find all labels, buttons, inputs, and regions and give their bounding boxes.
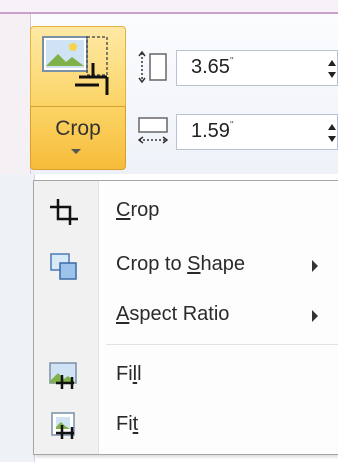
height-spinner-icon[interactable] — [327, 57, 337, 81]
menu-item-label: Aspect Ratio — [116, 303, 230, 325]
crop-button-label: Crop — [55, 117, 101, 140]
width-unit: " — [229, 120, 234, 131]
picture-crop-icon — [42, 36, 109, 95]
crop-to-shape-icon — [50, 253, 77, 280]
fill-icon — [49, 362, 77, 389]
fit-icon — [51, 412, 75, 439]
submenu-arrow-icon — [312, 310, 318, 322]
crop-menu: Crop Crop to Shape Aspect Ratio Fill Fit — [33, 180, 338, 455]
menu-item-label: Fill — [116, 363, 142, 385]
height-unit: " — [229, 56, 234, 67]
menu-item-crop-to-shape[interactable]: Crop to Shape — [34, 241, 338, 291]
ribbon-left-area — [0, 14, 31, 174]
menu-item-label: Crop — [116, 199, 160, 221]
width-value: 1.59 — [191, 120, 230, 142]
shape-width-field[interactable]: 1.59" — [176, 114, 338, 150]
shape-height-icon — [138, 50, 167, 84]
crop-icon — [50, 199, 78, 225]
menu-item-fill[interactable]: Fill — [34, 351, 338, 401]
width-spinner-icon[interactable] — [327, 121, 337, 145]
menu-item-aspect-ratio[interactable]: Aspect Ratio — [34, 291, 338, 341]
chevron-down-icon — [71, 149, 81, 154]
crop-button-top[interactable] — [30, 26, 126, 106]
document-area — [0, 174, 35, 462]
height-value: 3.65 — [191, 56, 230, 78]
menu-separator — [106, 344, 338, 345]
shape-height-field[interactable]: 3.65" — [176, 50, 338, 86]
shape-width-icon — [137, 117, 169, 144]
submenu-arrow-icon — [312, 260, 318, 272]
menu-item-fit[interactable]: Fit — [34, 401, 338, 451]
menu-item-crop[interactable]: Crop — [34, 187, 338, 237]
crop-button-dropdown[interactable]: Crop — [30, 106, 126, 170]
menu-item-label: Crop to Shape — [116, 253, 245, 275]
menu-item-label: Fit — [116, 413, 139, 435]
document-edge — [0, 0, 338, 14]
